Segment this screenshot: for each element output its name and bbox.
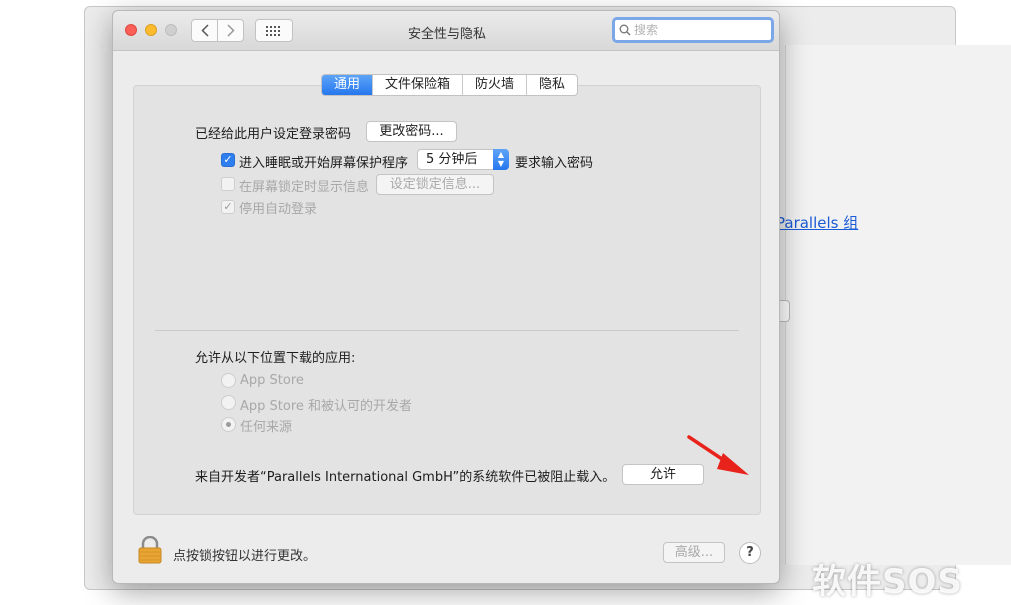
search-input[interactable] [634,23,734,37]
tab-filevault[interactable]: 文件保险箱 [373,75,464,95]
radio-anywhere-label: 任何来源 [240,420,293,435]
require-password-suffix: 要求输入密码 [515,156,594,171]
radio-app-store[interactable] [221,373,236,388]
show-message-label: 在屏幕锁定时显示信息 [239,180,370,195]
watermark: 软件SOS [812,562,963,602]
search-field[interactable] [612,17,774,43]
radio-app-store-label: App Store [240,373,304,388]
tab-bar: 通用 文件保险箱 防火墙 隐私 [321,74,579,96]
radio-identified-developers[interactable] [221,395,236,410]
parallels-group-link[interactable]: Parallels 组 [776,212,858,233]
chevron-updown-icon: ▲ ▼ [493,149,509,170]
blocked-software-message: 来自开发者“Parallels International GmbH”的系统软件… [195,470,616,485]
lock-icon[interactable] [137,536,163,564]
set-lock-message-button[interactable]: 设定锁定信息... [376,174,494,195]
password-delay-value: 5 分钟后 [426,152,478,167]
section-divider [155,330,739,331]
disable-auto-login-label: 停用自动登录 [239,202,318,217]
password-delay-select[interactable]: 5 分钟后 ▲ ▼ [417,149,509,170]
allow-downloads-heading: 允许从以下位置下载的应用: [195,351,356,366]
radio-identified-developers-label: App Store 和被认可的开发者 [240,399,413,414]
tab-privacy[interactable]: 隐私 [527,75,577,95]
tab-firewall[interactable]: 防火墙 [463,75,528,95]
show-message-checkbox[interactable] [221,177,235,191]
require-password-label: 进入睡眠或开始屏幕保护程序 [239,156,409,171]
title-bar: 安全性与隐私 [113,11,779,51]
advanced-button[interactable]: 高级... [663,542,725,563]
disable-auto-login-checkbox[interactable]: ✓ [221,200,235,214]
red-arrow-annotation [687,435,749,475]
radio-anywhere[interactable] [221,417,236,432]
require-password-checkbox[interactable]: ✓ [221,153,235,167]
lock-hint-text: 点按锁按钮以进行更改。 [173,549,317,564]
background-field-edge [780,300,790,322]
security-privacy-window: 安全性与隐私 通用 文件保险箱 防火墙 隐私 已经给此用户设定登录密码 更改密码… [112,10,780,584]
tab-general[interactable]: 通用 [322,75,374,95]
change-password-button[interactable]: 更改密码... [366,121,457,142]
search-icon [619,24,631,36]
help-button[interactable]: ? [739,542,761,564]
password-set-label: 已经给此用户设定登录密码 [195,127,352,142]
background-panel [785,45,1011,565]
